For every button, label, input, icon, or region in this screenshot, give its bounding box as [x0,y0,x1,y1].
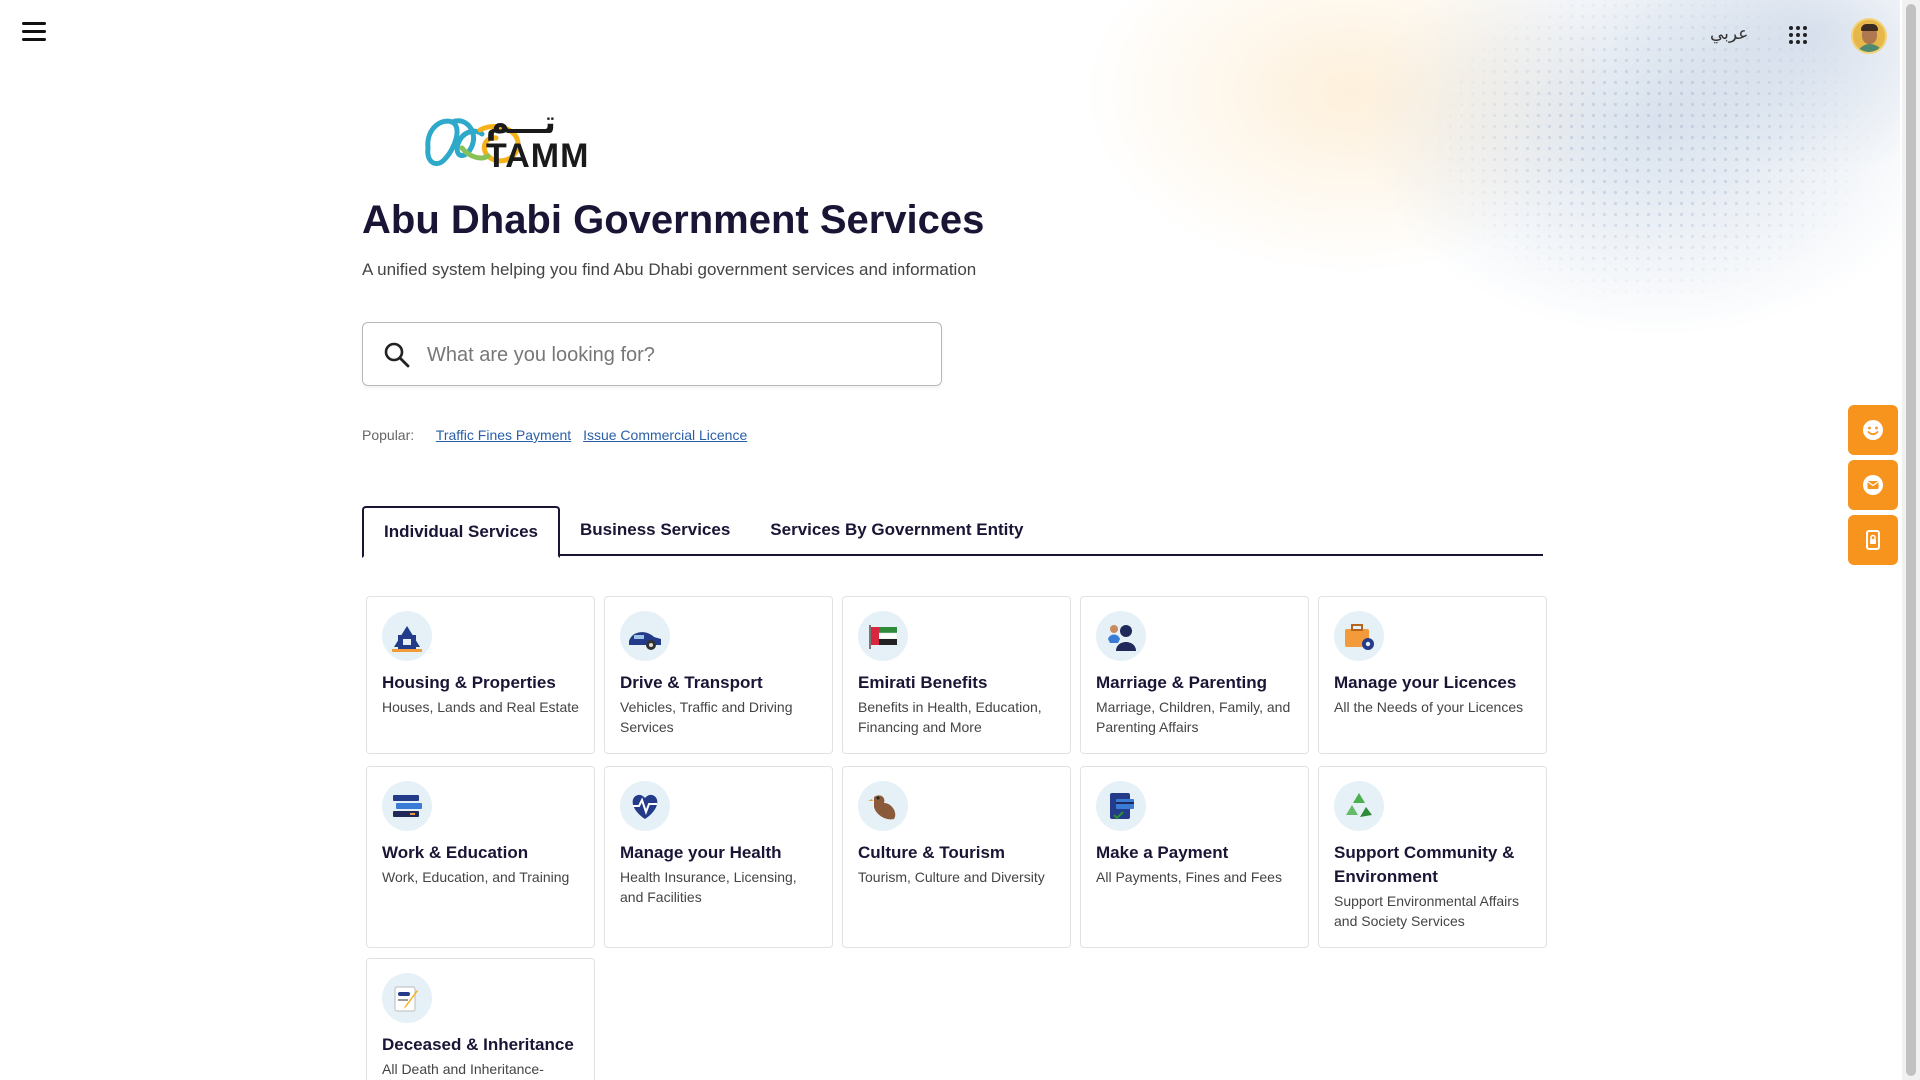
card-description: Houses, Lands and Real Estate [382,699,579,715]
card-title: Make a Payment [1096,843,1229,862]
hamburger-menu-icon[interactable] [22,22,46,44]
card-description: Marriage, Children, Family, and Parentin… [1096,699,1291,735]
user-avatar[interactable] [1851,18,1887,54]
uae-flag-icon [858,611,908,661]
page: عربي تـــم TAMM Abu Dhabi Government Ser… [0,0,1920,1080]
popular-label: Popular: [362,427,415,443]
logo-arabic-text: تـــم [486,103,556,141]
card-title: Work & Education [382,843,529,862]
mobile-lock-icon[interactable] [1848,515,1898,565]
tab-business-services[interactable]: Business Services [560,506,750,556]
card-title: Manage your Health [620,843,782,862]
popular-searches: Popular: Traffic Fines Payment Issue Com… [362,427,755,443]
heart-pulse-icon [620,781,670,831]
search-icon[interactable] [383,341,411,369]
page-title: Abu Dhabi Government Services [362,198,985,242]
card-description: Health Insurance, Licensing, and Facilit… [620,869,797,905]
services-tabs: Individual Services Business Services Se… [362,506,1543,558]
card-description: Support Environmental Affairs and Societ… [1334,893,1519,929]
recycle-icon [1334,781,1384,831]
card-make-payment[interactable]: Make a Payment All Payments, Fines and F… [1080,766,1309,948]
card-title: Marriage & Parenting [1096,673,1267,692]
scrollbar-thumb[interactable] [1906,4,1916,1076]
card-description: All Death and Inheritance- [382,1061,544,1077]
card-deceased-inheritance[interactable]: Deceased & Inheritance All Death and Inh… [366,958,595,1080]
feedback-smiley-icon[interactable] [1848,405,1898,455]
card-description: Work, Education, and Training [382,869,570,885]
card-work-education[interactable]: Work & Education Work, Education, and Tr… [366,766,595,948]
message-envelope-icon[interactable] [1848,460,1898,510]
popular-link-traffic-fines[interactable]: Traffic Fines Payment [436,427,571,443]
card-support-community[interactable]: Support Community & Environment Support … [1318,766,1547,948]
family-icon [1096,611,1146,661]
card-description: All the Needs of your Licences [1334,699,1524,715]
payment-card-icon [1096,781,1146,831]
card-description: Benefits in Health, Education, Financing… [858,699,1042,735]
card-drive-transport[interactable]: Drive & Transport Vehicles, Traffic and … [604,596,833,754]
card-manage-licences[interactable]: Manage your Licences All the Needs of yo… [1318,596,1547,754]
card-title: Manage your Licences [1334,673,1517,692]
briefcase-gear-icon [1334,611,1384,661]
card-description: Tourism, Culture and Diversity [858,869,1045,885]
vertical-scrollbar[interactable] [1902,0,1920,1080]
document-pen-icon [382,973,432,1023]
card-housing-properties[interactable]: Housing & Properties Houses, Lands and R… [366,596,595,754]
card-title: Support Community & Environment [1334,843,1515,886]
apps-grid-icon[interactable] [1789,26,1807,44]
card-marriage-parenting[interactable]: Marriage & Parenting Marriage, Children,… [1080,596,1309,754]
search-box[interactable] [362,322,942,386]
logo-latin-text: TAMM [486,137,590,175]
card-culture-tourism[interactable]: Culture & Tourism Tourism, Culture and D… [842,766,1071,948]
card-title: Drive & Transport [620,673,763,692]
card-title: Housing & Properties [382,673,556,692]
card-title: Emirati Benefits [858,673,988,692]
card-description: Vehicles, Traffic and Driving Services [620,699,793,735]
popular-link-commercial-licence[interactable]: Issue Commercial Licence [583,427,747,443]
language-toggle[interactable]: عربي [1710,24,1748,44]
falcon-icon [858,781,908,831]
page-subtitle: A unified system helping you find Abu Dh… [362,260,977,279]
house-icon [382,611,432,661]
card-title: Culture & Tourism [858,843,1006,862]
card-description: All Payments, Fines and Fees [1096,869,1282,885]
books-icon [382,781,432,831]
background-dots [1280,0,1900,400]
car-icon [620,611,670,661]
tab-individual-services[interactable]: Individual Services [362,506,561,558]
card-manage-health[interactable]: Manage your Health Health Insurance, Lic… [604,766,833,948]
card-title: Deceased & Inheritance [382,1035,574,1054]
card-emirati-benefits[interactable]: Emirati Benefits Benefits in Health, Edu… [842,596,1071,754]
search-input[interactable] [427,337,927,373]
tab-services-by-entity[interactable]: Services By Government Entity [750,506,1043,556]
